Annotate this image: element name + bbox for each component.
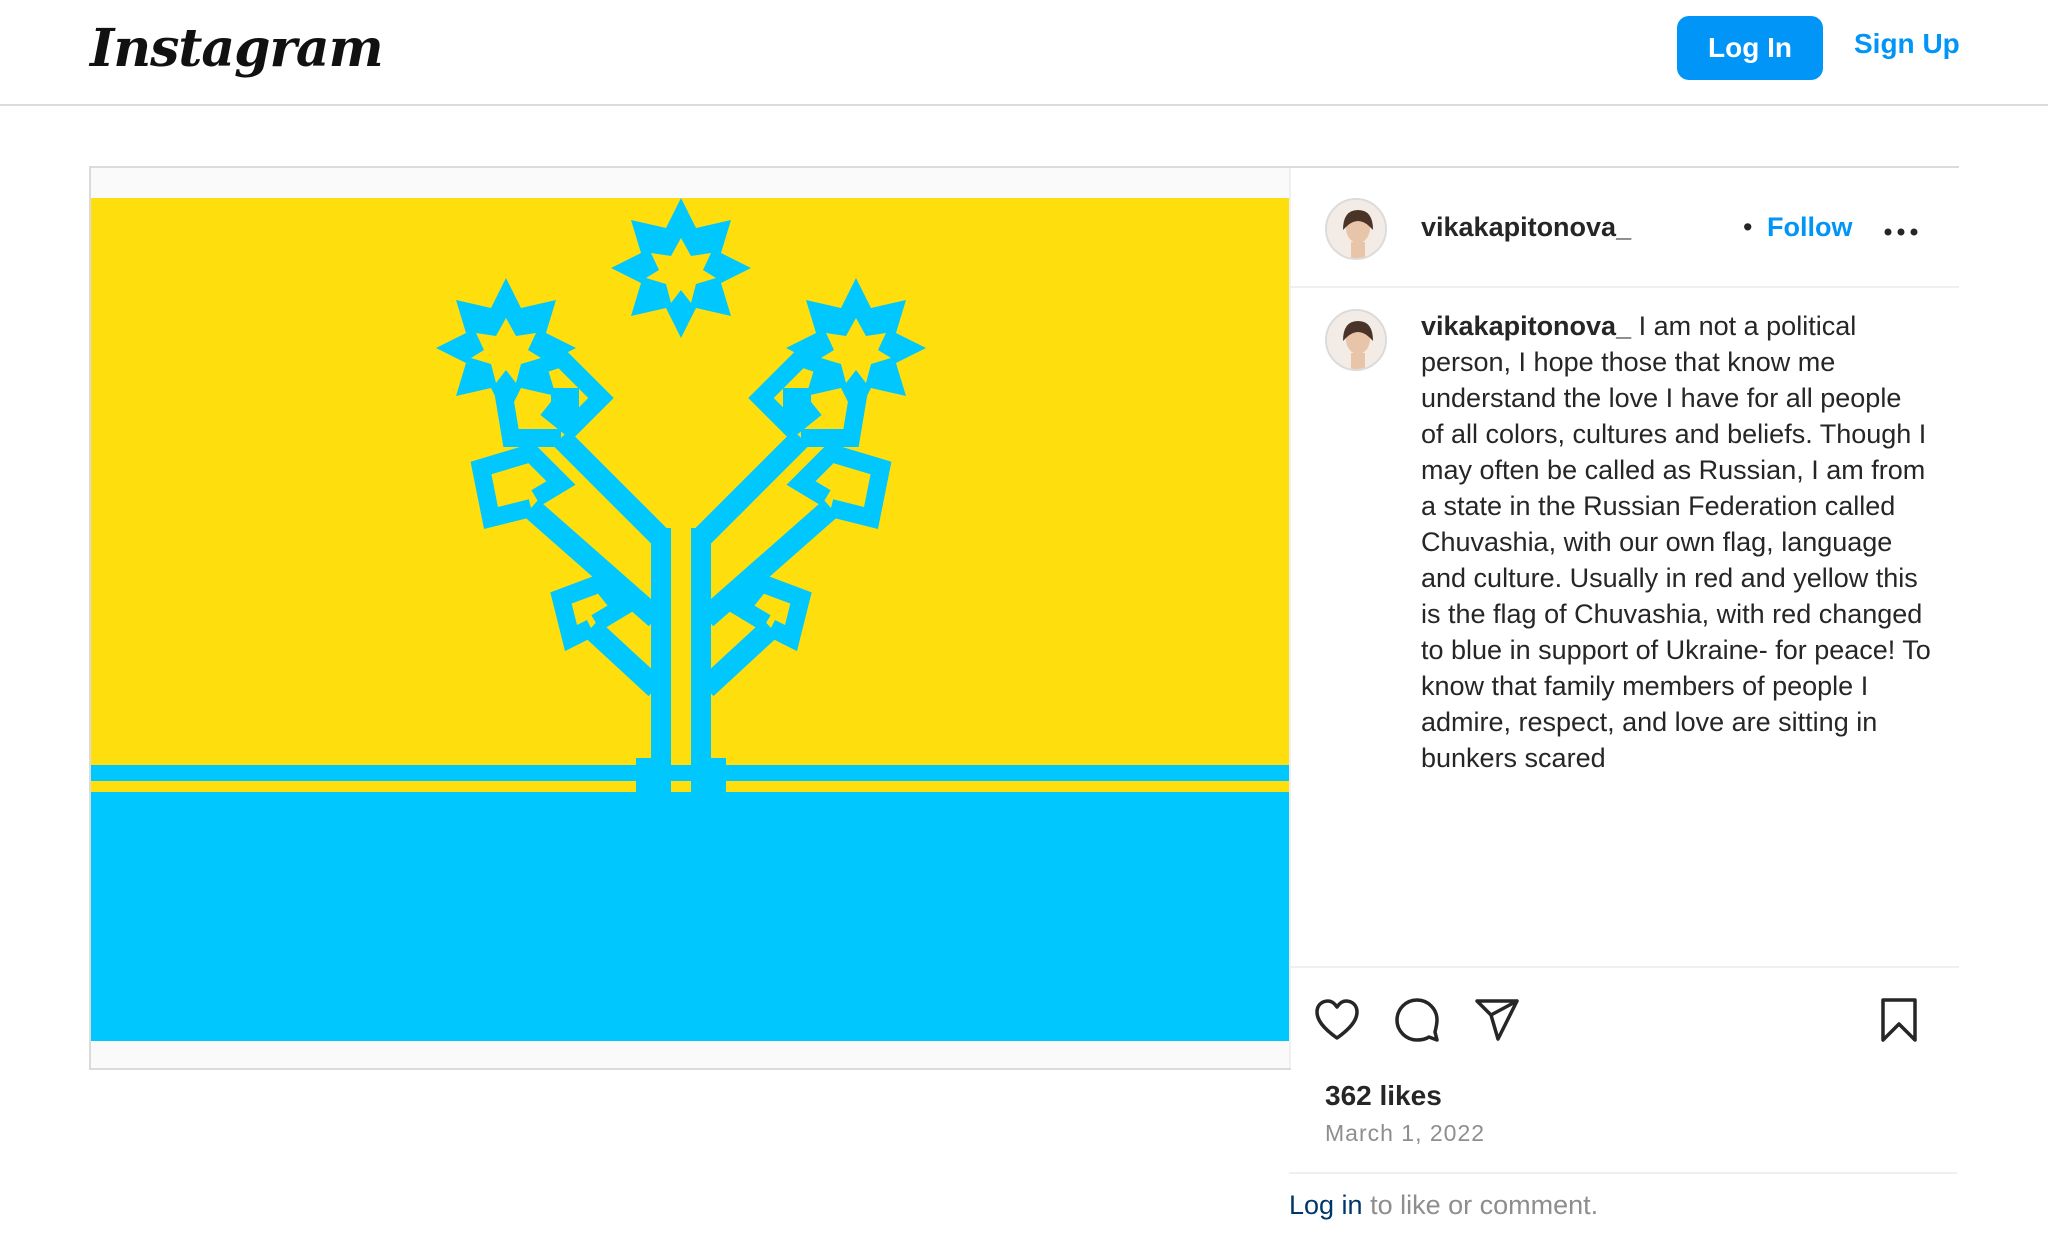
login-prompt-text: to like or comment. [1362, 1190, 1599, 1220]
post-header: vikakapitonova_ • Follow [1291, 168, 1959, 288]
follow-button[interactable]: Follow [1767, 212, 1852, 243]
login-prompt: Log in to like or comment. [1289, 1172, 1957, 1238]
log-in-link[interactable]: Log in [1289, 1190, 1363, 1220]
log-in-button[interactable]: Log In [1677, 16, 1823, 80]
post-media[interactable] [91, 168, 1289, 1068]
post-sidebar: vikakapitonova_ • Follow vikakapitonova_… [1289, 168, 1959, 1170]
post-date[interactable]: March 1, 2022 [1325, 1120, 1485, 1147]
comment-icon[interactable] [1393, 996, 1441, 1044]
bookmark-icon[interactable] [1875, 996, 1923, 1044]
post-image-chuvashia-flag [91, 198, 1289, 1041]
post-card: vikakapitonova_ • Follow vikakapitonova_… [89, 166, 1959, 1238]
sign-up-link[interactable]: Sign Up [1854, 28, 1960, 60]
top-navigation-bar: Instagram Log In Sign Up [0, 0, 2048, 106]
author-username[interactable]: vikakapitonova_ [1421, 212, 1631, 243]
post-actions: 362 likes March 1, 2022 [1291, 966, 1959, 1170]
caption-username[interactable]: vikakapitonova_ [1421, 311, 1631, 341]
instagram-logo[interactable]: Instagram [90, 18, 384, 79]
separator-dot: • [1743, 212, 1753, 242]
post-caption: vikakapitonova_ I am not a political per… [1421, 308, 1931, 792]
author-avatar[interactable] [1325, 198, 1387, 260]
caption-text: I am not a political person, I hope thos… [1421, 311, 1931, 773]
heart-icon[interactable] [1313, 996, 1361, 1044]
avatar-image [1327, 200, 1385, 258]
likes-count[interactable]: 362 likes [1325, 1080, 1442, 1112]
more-options-icon[interactable] [1883, 226, 1919, 238]
share-icon[interactable] [1473, 996, 1521, 1044]
